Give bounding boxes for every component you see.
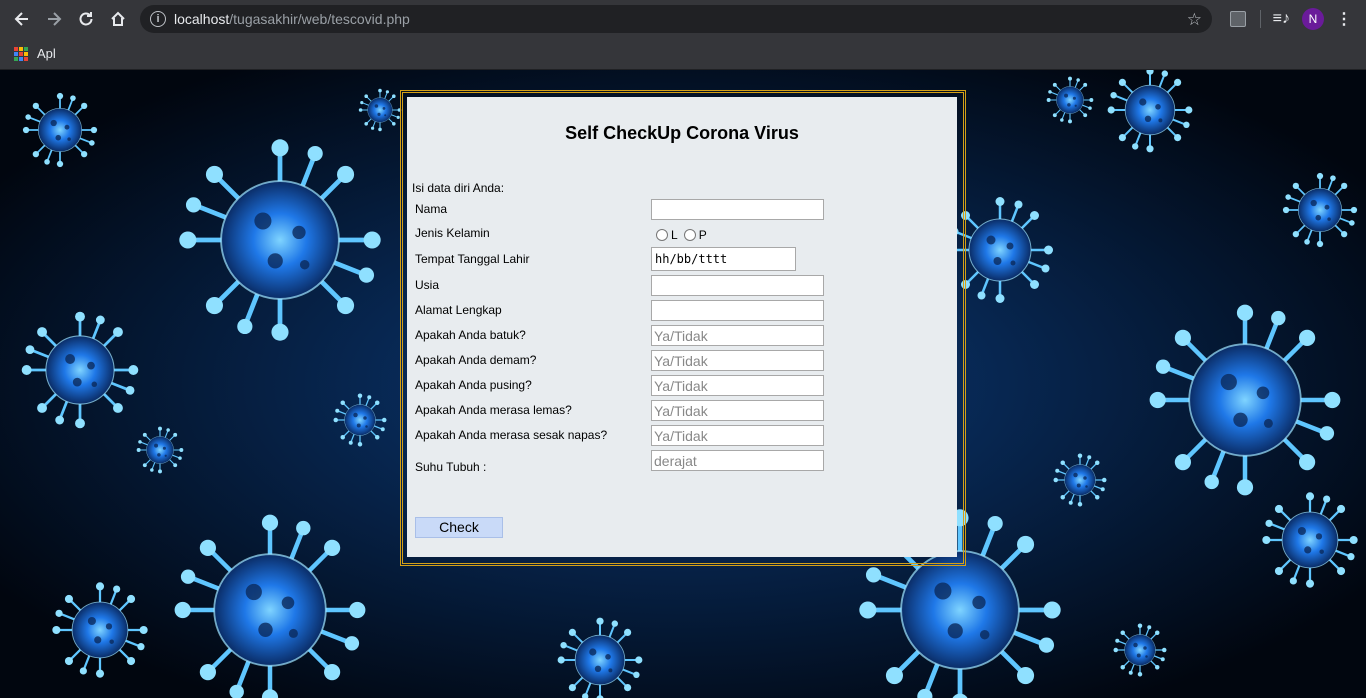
address-bar[interactable]: i localhost/tugasakhir/web/tescovid.php … — [140, 5, 1212, 33]
bookmarks-bar: Apl — [0, 38, 1366, 70]
label-alamat: Alamat Lengkap — [415, 303, 502, 317]
batuk-input[interactable] — [651, 325, 824, 346]
lemas-input[interactable] — [651, 400, 824, 421]
extension-icon[interactable] — [1229, 11, 1246, 27]
sesak-input[interactable] — [651, 425, 824, 446]
radio-p[interactable] — [683, 229, 696, 241]
label-lemas: Apakah Anda merasa lemas? — [415, 403, 572, 417]
reload-button[interactable] — [70, 3, 102, 35]
gender-radio-group: L P — [651, 227, 707, 243]
kebab-menu-icon[interactable]: ⋮ — [1336, 9, 1352, 29]
reload-icon — [79, 12, 93, 26]
demam-input[interactable] — [651, 350, 824, 371]
label-nama: Nama — [415, 202, 448, 216]
home-button[interactable] — [102, 3, 134, 35]
label-jenis-kelamin: Jenis Kelamin — [415, 226, 490, 240]
form-frame: Self CheckUp Corona Virus Isi data diri … — [400, 90, 966, 566]
label-demam: Apakah Anda demam? — [415, 353, 537, 367]
apps-grid-icon[interactable] — [14, 46, 28, 61]
alamat-input[interactable] — [651, 300, 824, 321]
label-batuk: Apakah Anda batuk? — [415, 328, 526, 342]
label-usia: Usia — [415, 278, 440, 292]
usia-input[interactable] — [651, 275, 824, 296]
bookmark-star-icon[interactable]: ☆ — [1187, 10, 1202, 30]
label-suhu: Suhu Tubuh : — [415, 460, 487, 474]
check-button[interactable]: Check — [415, 517, 503, 538]
media-control-icon[interactable]: ≡♪ — [1273, 10, 1290, 28]
profile-avatar[interactable]: N — [1302, 8, 1324, 30]
checkup-form: Self CheckUp Corona Virus Isi data diri … — [407, 97, 957, 557]
form-intro: Isi data diri Anda: — [412, 181, 505, 195]
page-viewport: Self CheckUp Corona Virus Isi data diri … — [0, 70, 1366, 698]
forward-arrow-icon — [48, 12, 62, 26]
nama-input[interactable] — [651, 199, 824, 220]
forward-button[interactable] — [38, 3, 70, 35]
browser-toolbar: i localhost/tugasakhir/web/tescovid.php … — [0, 0, 1366, 38]
pusing-input[interactable] — [651, 375, 824, 396]
label-ttl: Tempat Tanggal Lahir — [415, 252, 530, 266]
label-sesak: Apakah Anda merasa sesak napas? — [415, 428, 608, 442]
back-arrow-icon — [14, 12, 28, 26]
url-path: /tugasakhir/web/tescovid.php — [229, 11, 410, 27]
radio-l-label: L — [671, 228, 678, 242]
back-button[interactable] — [6, 3, 38, 35]
url-host: localhost — [174, 11, 230, 27]
toolbar-divider — [1259, 10, 1261, 28]
home-icon — [111, 11, 125, 26]
suhu-input[interactable] — [651, 450, 824, 471]
radio-p-label: P — [698, 228, 707, 242]
radio-l[interactable] — [656, 229, 668, 241]
label-pusing: Apakah Anda pusing? — [415, 378, 532, 392]
bookmark-apps[interactable]: Apl — [37, 46, 56, 61]
ttl-date-input[interactable]: hh/bb/tttt — [651, 247, 796, 271]
form-title: Self CheckUp Corona Virus — [565, 123, 799, 143]
info-icon[interactable]: i — [150, 11, 166, 27]
